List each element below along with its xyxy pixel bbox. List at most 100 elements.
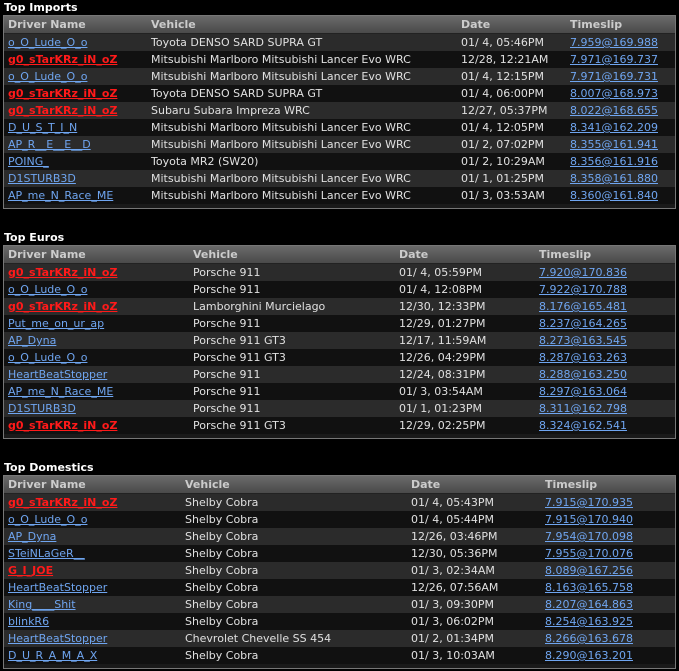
timeslip-link[interactable]: 8.341@162.209 — [570, 121, 658, 134]
timeslip-link[interactable]: 7.915@170.940 — [545, 513, 633, 526]
timeslip-link[interactable]: 7.915@170.935 — [545, 496, 633, 509]
driver-name-link[interactable]: o_O_Lude_O_o — [8, 283, 87, 296]
timeslip-link[interactable]: 8.007@168.973 — [570, 87, 658, 100]
driver-name-link[interactable]: o_O_Lude_O_o — [8, 513, 87, 526]
timeslip-link[interactable]: 8.273@163.545 — [539, 334, 627, 347]
table-row: AP_R__E__E__D Mitsubishi Marlboro Mitsubi… — [4, 136, 675, 153]
driver-name-link[interactable]: Put_me_on_ur_ap — [8, 317, 104, 330]
date-cell: 12/29, 02:25PM — [395, 417, 535, 434]
timeslip-link[interactable]: 8.089@167.256 — [545, 564, 633, 577]
timeslip-link[interactable]: 8.022@168.655 — [570, 104, 658, 117]
timeslip-link[interactable]: 8.288@163.250 — [539, 368, 627, 381]
date-cell: 01/ 3, 10:03AM — [407, 647, 541, 664]
driver-name-link[interactable]: o_O_Lude_O_o — [8, 70, 87, 83]
driver-name-link[interactable]: D_U_R_A_M_A_X — [8, 649, 97, 662]
driver-name-link[interactable]: D1STURB3D — [8, 402, 76, 415]
table-body: o_O_Lude_O_o Toyota DENSO SARD SUPRA GT 01… — [4, 33, 675, 204]
driver-name-link[interactable]: g0_sTarKRz_iN_oZ — [8, 53, 117, 66]
timeslip-cell: 8.089@167.256 — [541, 562, 675, 579]
timeslip-link[interactable]: 8.356@161.916 — [570, 155, 658, 168]
driver-cell: AP_me_N_Race_ME — [4, 187, 147, 204]
driver-name-link[interactable]: g0_sTarKRz_iN_oZ — [8, 266, 117, 279]
table-row: o_O_Lude_O_o Porsche 911 01/ 4, 12:08PM 7.9… — [4, 281, 675, 298]
driver-name-link[interactable]: g0_sTarKRz_iN_oZ — [8, 104, 117, 117]
driver-cell: Put_me_on_ur_ap — [4, 315, 189, 332]
driver-name-link[interactable]: AP_Dyna — [8, 334, 56, 347]
header-date: Date — [407, 476, 541, 494]
vehicle-cell: Shelby Cobra — [181, 528, 407, 545]
header-driver-name: Driver Name — [4, 16, 147, 34]
vehicle-cell: Chevrolet Chevelle SS 454 — [181, 630, 407, 647]
driver-cell: HeartBeatStopper — [4, 366, 189, 383]
driver-name-link[interactable]: g0_sTarKRz_iN_oZ — [8, 87, 117, 100]
timeslip-link[interactable]: 8.297@163.064 — [539, 385, 627, 398]
timeslip-cell: 8.288@163.250 — [535, 366, 675, 383]
timeslip-link[interactable]: 7.954@170.098 — [545, 530, 633, 543]
timeslip-cell: 7.954@170.098 — [541, 528, 675, 545]
driver-name-link[interactable]: HeartBeatStopper — [8, 632, 107, 645]
table-row: STeiNLaGeR__ Shelby Cobra 12/30, 05:36PM 7.… — [4, 545, 675, 562]
driver-name-link[interactable]: o_O_Lude_O_o — [8, 36, 87, 49]
timeslip-link[interactable]: 8.207@164.863 — [545, 598, 633, 611]
timeslip-cell: 8.176@165.481 — [535, 298, 675, 315]
driver-name-link[interactable]: AP_me_N_Race_ME — [8, 385, 113, 398]
vehicle-cell: Toyota DENSO SARD SUPRA GT — [147, 85, 457, 102]
driver-name-link[interactable]: g0_sTarKRz_iN_oZ — [8, 300, 117, 313]
driver-name-link[interactable]: blinkR6 — [8, 615, 49, 628]
timeslip-link[interactable]: 7.971@169.737 — [570, 53, 658, 66]
driver-name-link[interactable]: g0_sTarKRz_iN_oZ — [8, 496, 117, 509]
header-timeslip: Timeslip — [541, 476, 675, 494]
table-row: HeartBeatStopper Shelby Cobra 12/26, 07:56… — [4, 579, 675, 596]
table-row: AP_me_N_Race_ME Porsche 911 01/ 3, 03:54AM… — [4, 383, 675, 400]
timeslip-link[interactable]: 8.266@163.678 — [545, 632, 633, 645]
timeslip-link[interactable]: 8.324@162.541 — [539, 419, 627, 432]
driver-cell: G_I_JOE — [4, 562, 181, 579]
driver-name-link[interactable]: POING_ — [8, 155, 49, 168]
driver-name-link[interactable]: HeartBeatStopper — [8, 581, 107, 594]
vehicle-cell: Porsche 911 — [189, 383, 395, 400]
timeslip-link[interactable]: 8.290@163.201 — [545, 649, 633, 662]
timeslip-link[interactable]: 8.287@163.263 — [539, 351, 627, 364]
timeslip-link[interactable]: 7.971@169.731 — [570, 70, 658, 83]
driver-name-link[interactable]: o_O_Lude_O_o — [8, 351, 87, 364]
vehicle-cell: Mitsubishi Marlboro Mitsubishi Lancer Ev… — [147, 187, 457, 204]
driver-name-link[interactable]: AP_me_N_Race_ME — [8, 189, 113, 202]
driver-name-link[interactable]: D1STURB3D — [8, 172, 76, 185]
driver-name-link[interactable]: AP_R__E__E__D — [8, 138, 91, 151]
top-domestics-table: Driver Name Vehicle Date Timeslip g0_sTa… — [4, 476, 675, 664]
vehicle-cell: Shelby Cobra — [181, 579, 407, 596]
timeslip-link[interactable]: 7.959@169.988 — [570, 36, 658, 49]
top-euros-table: Driver Name Vehicle Date Timeslip g0_sTa… — [4, 246, 675, 434]
date-cell: 01/ 4, 05:46PM — [457, 33, 566, 51]
driver-name-link[interactable]: HeartBeatStopper — [8, 368, 107, 381]
timeslip-link[interactable]: 7.922@170.788 — [539, 283, 627, 296]
driver-name-link[interactable]: g0_sTarKRz_iN_oZ — [8, 419, 117, 432]
vehicle-cell: Porsche 911 — [189, 281, 395, 298]
driver-name-link[interactable]: D_U_S_T_I_N — [8, 121, 77, 134]
driver-name-link[interactable]: G_I_JOE — [8, 564, 53, 577]
timeslip-link[interactable]: 8.254@163.925 — [545, 615, 633, 628]
driver-cell: blinkR6 — [4, 613, 181, 630]
date-cell: 12/24, 08:31PM — [395, 366, 535, 383]
driver-name-link[interactable]: STeiNLaGeR__ — [8, 547, 85, 560]
timeslip-link[interactable]: 7.955@170.076 — [545, 547, 633, 560]
timeslip-cell: 8.360@161.840 — [566, 187, 675, 204]
timeslip-link[interactable]: 8.176@165.481 — [539, 300, 627, 313]
timeslip-link[interactable]: 8.355@161.941 — [570, 138, 658, 151]
driver-cell: g0_sTarKRz_iN_oZ — [4, 51, 147, 68]
timeslip-cell: 8.237@164.265 — [535, 315, 675, 332]
timeslip-link[interactable]: 7.920@170.836 — [539, 266, 627, 279]
timeslip-link[interactable]: 8.360@161.840 — [570, 189, 658, 202]
timeslip-link[interactable]: 8.163@165.758 — [545, 581, 633, 594]
header-vehicle: Vehicle — [181, 476, 407, 494]
driver-name-link[interactable]: King____Shit — [8, 598, 76, 611]
driver-name-link[interactable]: AP_Dyna — [8, 530, 56, 543]
timeslip-link[interactable]: 8.311@162.798 — [539, 402, 627, 415]
timeslip-link[interactable]: 8.237@164.265 — [539, 317, 627, 330]
timeslip-link[interactable]: 8.358@161.880 — [570, 172, 658, 185]
driver-cell: g0_sTarKRz_iN_oZ — [4, 263, 189, 281]
date-cell: 01/ 2, 01:34PM — [407, 630, 541, 647]
timeslip-cell: 8.324@162.541 — [535, 417, 675, 434]
driver-cell: o_O_Lude_O_o — [4, 281, 189, 298]
date-cell: 12/28, 12:21AM — [457, 51, 566, 68]
